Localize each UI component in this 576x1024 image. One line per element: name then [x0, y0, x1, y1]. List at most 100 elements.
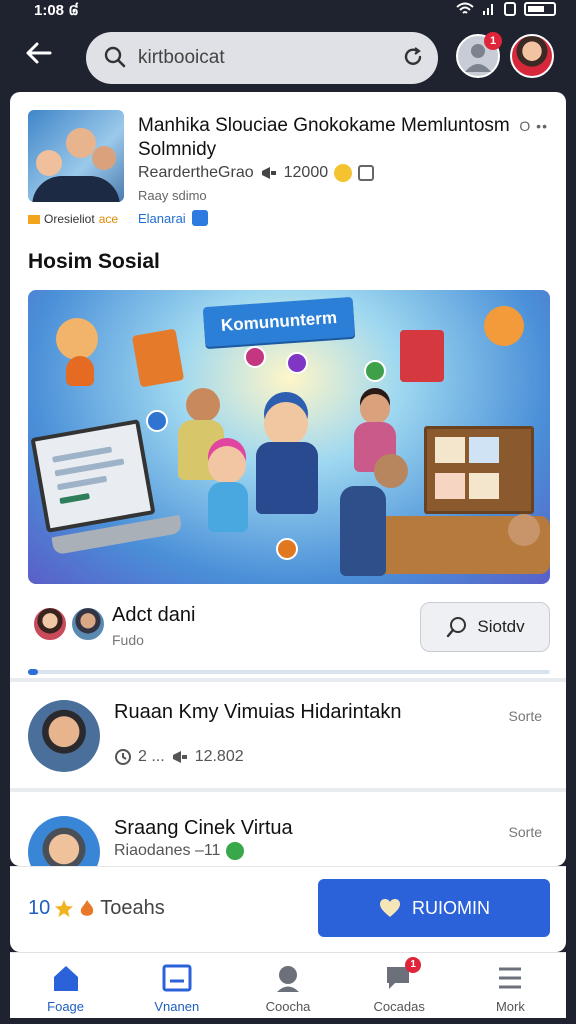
star-icon — [55, 899, 74, 917]
kid-right-head — [508, 514, 540, 546]
nav-label: Cocadas — [373, 999, 425, 1014]
group-member-count: 12000 — [283, 164, 329, 181]
progress-bar — [28, 669, 550, 675]
battery-icon — [524, 2, 556, 16]
profile-avatar-button[interactable]: 1 — [456, 32, 502, 78]
action-bar: 10 Toeahs RUIOMIN — [10, 866, 566, 952]
divider — [10, 788, 566, 792]
person-cap-head — [186, 388, 220, 422]
group-tag-secondary[interactable]: Elanarai — [138, 210, 208, 226]
bottom-nav: Foage Vnanen Coocha 1 Cocadas Mork — [10, 952, 566, 1024]
divider — [10, 678, 566, 682]
post-right-label[interactable]: Sorte — [509, 708, 542, 724]
post-title: Sraang Cinek Virtua — [114, 817, 293, 839]
people-icon — [277, 966, 299, 992]
wifi-icon — [456, 2, 474, 14]
search-bar[interactable] — [86, 32, 438, 84]
post-meta: Riaodanes –11 — [114, 842, 245, 860]
status-bar: 1:08 ៨ — [0, 0, 576, 22]
nav-label: Mork — [495, 999, 525, 1014]
chat-icon-wrap: 1 — [383, 957, 422, 993]
nav-item-home[interactable]: Foage — [10, 953, 121, 1024]
check-circle-icon — [226, 842, 245, 860]
top-bar: 1 — [0, 28, 576, 88]
sim-icon — [504, 2, 516, 16]
group-subtitle: Raay sdimo — [138, 188, 207, 203]
nav-item-board[interactable]: Vnanen — [121, 953, 232, 1024]
group-tag-secondary-label: Elanarai — [138, 210, 186, 226]
main-card: Manhika Slouciae Gnokokame Memluntosm So… — [10, 92, 566, 866]
post-avatar[interactable] — [28, 816, 100, 866]
megaphone-icon — [172, 751, 187, 763]
bell-bubble-icon — [276, 538, 298, 560]
feature-action-button[interactable]: Siotdv — [420, 602, 550, 652]
search-icon — [447, 617, 467, 638]
star-bubble-icon — [146, 410, 168, 432]
nav-label: Coocha — [265, 999, 311, 1014]
gift-box-icon — [131, 328, 185, 388]
member-avatar-1[interactable] — [32, 606, 68, 642]
status-icons — [456, 2, 556, 16]
group-thumbnail[interactable] — [28, 110, 124, 202]
music-bubble-icon — [364, 360, 386, 382]
flag-icon — [28, 214, 40, 224]
stat-summary: 10 Toeahs — [28, 897, 165, 920]
primary-cta-label: RUIOMIN — [412, 897, 490, 918]
post-item[interactable]: Sraang Cinek Virtua Riaodanes –11 Sorte — [10, 804, 566, 866]
post-meta: 2 ... 12.802 — [114, 748, 244, 766]
group-tag-primary[interactable]: Oresieliot ace — [28, 212, 118, 226]
boy-head — [374, 454, 408, 488]
nav-item-menu[interactable]: Mork — [455, 953, 566, 1024]
post-avatar[interactable] — [28, 700, 100, 772]
cartoon-character-left-body — [66, 356, 94, 386]
banner-ribbon: Komununterm — [202, 296, 356, 348]
primary-cta-button[interactable]: RUIOMIN — [318, 879, 550, 937]
user-avatar[interactable] — [510, 34, 554, 78]
feature-subtitle: Fudo — [112, 632, 144, 648]
group-more-menu[interactable]: O •• — [519, 118, 548, 134]
back-arrow-icon[interactable] — [24, 38, 60, 74]
member-avatar-2[interactable] — [70, 606, 106, 642]
search-icon — [104, 46, 126, 68]
status-time: 1:08 ៨ — [34, 2, 79, 19]
post-title: Ruaan Kmy Vimuias Hidarintakn — [114, 701, 402, 723]
heart-icon — [380, 899, 400, 917]
post-meta-a: 2 ... — [138, 748, 165, 765]
search-input[interactable] — [138, 45, 388, 71]
post-right-label[interactable]: Sorte — [509, 824, 542, 840]
group-tag-primary-extra: ace — [98, 212, 119, 226]
shopping-bag-icon — [400, 330, 444, 382]
square-icon — [358, 165, 375, 181]
feature-action-label: Siotdv — [477, 617, 525, 636]
refresh-icon[interactable] — [402, 46, 424, 68]
group-title: Manhika Slouciae Gnokokame Memluntosm So… — [138, 115, 510, 160]
nav-item-chat[interactable]: 1 Cocadas — [344, 953, 455, 1024]
group-meta: ReardertheGrao 12000 — [138, 164, 375, 182]
menu-icon — [499, 967, 522, 989]
cartoon-cat-right — [484, 306, 524, 346]
child-pink-body — [208, 482, 248, 532]
nav-item-people[interactable]: Coocha — [232, 953, 343, 1024]
stat-value: 10 — [28, 897, 51, 919]
notification-badge: 1 — [484, 32, 502, 50]
megaphone-icon — [261, 167, 276, 179]
stat-label: Toeahs — [100, 897, 165, 919]
child-pink-head — [208, 446, 246, 484]
chat-bubble-icon — [244, 346, 266, 368]
home-icon — [53, 966, 78, 991]
laptop-illustration — [30, 419, 156, 533]
boy-body — [340, 486, 386, 576]
post-meta-a: Riaodanes –11 — [114, 842, 221, 859]
feature-title: Adct dani — [112, 604, 196, 626]
signal-icon — [483, 4, 493, 15]
nav-label: Foage — [47, 999, 85, 1014]
photo-board — [424, 426, 534, 514]
clock-icon — [115, 749, 131, 765]
system-gesture-bar — [0, 1018, 576, 1024]
board-icon — [162, 964, 192, 992]
group-header[interactable]: Manhika Slouciae Gnokokame Memluntosm So… — [10, 92, 566, 232]
feature-row: Adct dani Fudo Siotdv — [10, 592, 566, 668]
fire-icon — [81, 899, 94, 916]
post-item[interactable]: Ruaan Kmy Vimuias Hidarintakn 2 ... 12.8… — [10, 688, 566, 798]
community-banner-image[interactable]: Komununterm — [28, 290, 550, 584]
